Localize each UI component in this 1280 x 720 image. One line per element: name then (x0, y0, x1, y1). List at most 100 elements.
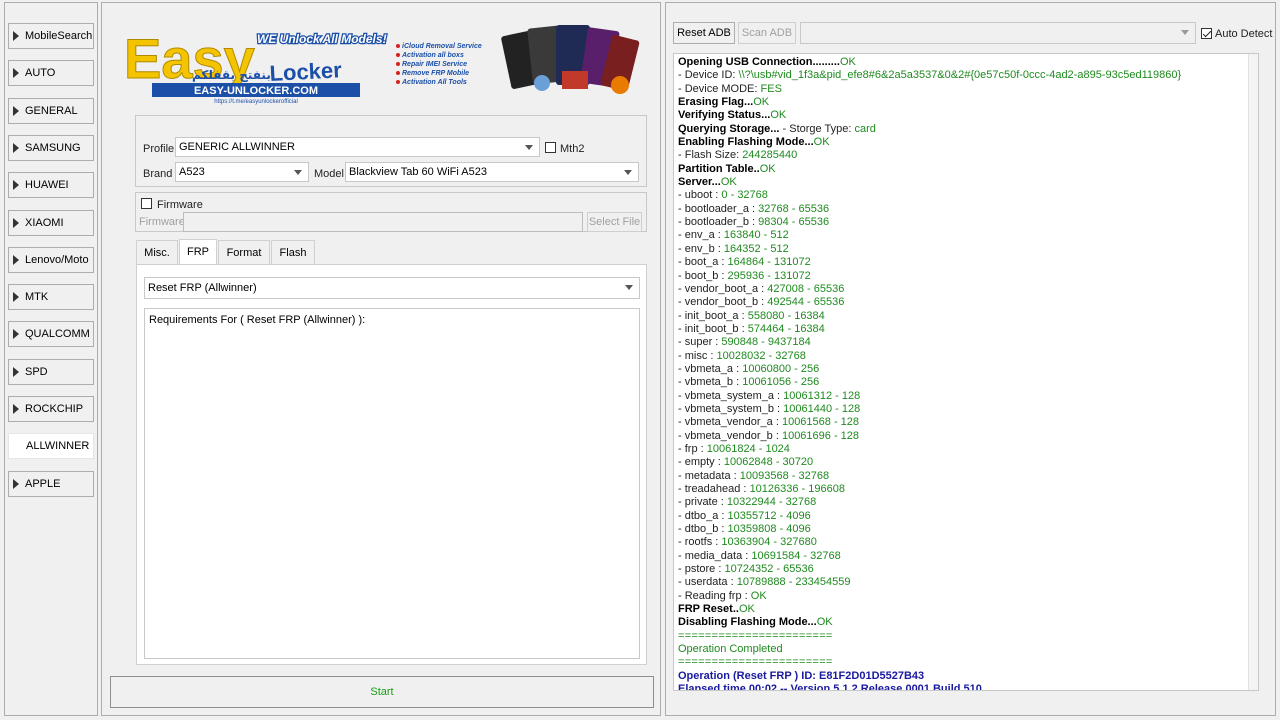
sidebar-item-label: SPD (25, 365, 48, 378)
sidebar-item-samsung[interactable]: SAMSUNG (8, 134, 94, 161)
model-select[interactable]: Blackview Tab 60 WiFi A523 (345, 162, 639, 182)
mth2-checkbox[interactable] (545, 142, 556, 153)
sidebar-item-mtk[interactable]: MTK (8, 284, 94, 311)
log-segment: Server... (678, 176, 721, 189)
log-segment: 492544 - 65536 (767, 296, 845, 309)
log-segment: OK (738, 603, 755, 616)
log-segment: 10322944 - 32768 (726, 496, 817, 509)
sidebar-item-label: APPLE (25, 477, 61, 490)
log-line: - frp : 10061824 - 1024 (678, 443, 1254, 456)
sidebar-item-spd[interactable]: SPD (8, 358, 94, 385)
log-segment: ======================= (678, 629, 833, 642)
sidebar-item-rockchip[interactable]: ROCKCHIP (8, 396, 94, 422)
sidebar-item-label: HUAWEI (25, 179, 69, 192)
log-line: - vendor_boot_b : 492544 - 65536 (678, 296, 1254, 309)
adb-device-select[interactable] (800, 22, 1196, 44)
tab-misc[interactable]: Misc. (136, 240, 178, 264)
sidebar-item-mobilesearch[interactable]: MobileSearch (8, 23, 94, 49)
log-line: - treadahead : 10126336 - 196608 (678, 483, 1254, 496)
log-line: - Flash Size: 244285440 (678, 149, 1254, 162)
profile-group: Profile GENERIC ALLWINNER Mth2 Brand A52… (135, 115, 647, 187)
log-line: - Device MODE: FES (678, 83, 1254, 96)
sidebar-item-xiaomi[interactable]: XIAOMI (8, 209, 94, 236)
log-segment: 164352 - 512 (723, 242, 789, 255)
sidebar-item-label: MobileSearch (25, 30, 93, 42)
select-file-button[interactable]: Select File (587, 212, 642, 232)
sidebar-item-huawei[interactable]: HUAWEI (8, 172, 94, 199)
requirements-box: Requirements For ( Reset FRP (Allwinner)… (144, 308, 640, 659)
sidebar-item-lenovo-moto[interactable]: Lenovo/Moto (8, 246, 94, 273)
log-segment: - Storge Type: (779, 122, 855, 135)
log-line: - vendor_boot_a : 427008 - 65536 (678, 283, 1254, 296)
log-segment: OK (753, 96, 770, 109)
phones-collage-icon (501, 25, 640, 94)
log-line: - env_a : 163840 - 512 (678, 229, 1254, 242)
log-segment: ======================= (678, 656, 833, 669)
log-segment: 10355712 - 4096 (727, 509, 811, 522)
feature-5: Activation All Tools (401, 79, 467, 86)
log-segment: - vendor_boot_b : (678, 296, 768, 309)
log-line: Partition Table..OK (678, 163, 1254, 176)
log-segment: - Device MODE: (678, 82, 761, 95)
log-segment: - frp : (678, 442, 707, 455)
sidebar-item-general[interactable]: GENERAL (8, 97, 94, 124)
banner-arabic: بنفتح بقفلكم (192, 68, 271, 82)
sidebar-item-allwinner[interactable]: ALLWINNER (8, 433, 94, 460)
feature-3: Repair IMEI Service (402, 61, 467, 68)
log-segment: 10061056 - 256 (742, 376, 820, 389)
log-segment: - vendor_boot_a : (678, 282, 768, 295)
sidebar-item-label: SAMSUNG (25, 141, 81, 154)
mth2-label: Mth2 (560, 143, 585, 155)
log-line: - boot_b : 295936 - 131072 (678, 270, 1254, 283)
log-segment: - Device ID: (678, 69, 739, 82)
log-segment: OK (770, 109, 787, 122)
sidebar-item-qualcomm[interactable]: QUALCOMM (8, 321, 94, 348)
sidebar-item-label: AUTO (25, 67, 56, 80)
log-line: Server...OK (678, 176, 1254, 189)
tab-format[interactable]: Format (218, 240, 270, 264)
sidebar-item-label: Lenovo/Moto (25, 253, 89, 266)
sidebar: MobileSearch AUTO GENERAL SAMSUNG HUAWEI XIAO… (4, 2, 98, 716)
log-segment: 10093568 - 32768 (739, 469, 830, 482)
chevron-down-icon (625, 285, 633, 290)
log-segment: Operation (Reset FRP ) ID: E81F2D01D5527… (678, 669, 925, 682)
log-line: Querying Storage... - Storge Type: card (678, 123, 1254, 136)
log-line: - vbmeta_vendor_b : 10061696 - 128 (678, 430, 1254, 443)
sidebar-item-apple[interactable]: APPLE (8, 470, 94, 497)
log-segment: 10363904 - 327680 (721, 536, 817, 549)
tab-frp[interactable]: FRP (179, 239, 217, 264)
log-line: - uboot : 0 - 32768 (678, 189, 1254, 202)
log-line: Opening USB Connection.........OK (678, 56, 1254, 69)
log-segment: FRP Reset.. (678, 603, 739, 616)
auto-detect-label: Auto Detect (1215, 28, 1273, 40)
log-segment: 558080 - 16384 (747, 309, 825, 322)
requirements-text: Requirements For ( Reset FRP (Allwinner)… (149, 314, 366, 326)
scan-adb-button[interactable]: Scan ADB (738, 22, 796, 44)
brand-select[interactable]: A523 (175, 162, 309, 182)
log-segment: - env_b : (678, 242, 724, 255)
log-line: - media_data : 10691584 - 32768 (678, 550, 1254, 563)
tab-flash[interactable]: Flash (271, 240, 315, 264)
profile-select[interactable]: GENERIC ALLWINNER (175, 137, 540, 157)
sidebar-item-auto[interactable]: AUTO (8, 60, 94, 87)
sidebar-item-label: ROCKCHIP (25, 403, 84, 415)
log-line: - vbmeta_b : 10061056 - 256 (678, 376, 1254, 389)
log-segment: \\?\usb#vid_1f3a&pid_efe8#6&2a5a3537&0&2… (738, 69, 1182, 82)
log-segment: - bootloader_a : (678, 202, 759, 215)
triangle-right-icon (13, 254, 19, 265)
reset-adb-button[interactable]: Reset ADB (673, 22, 735, 44)
firmware-path-input[interactable] (183, 212, 583, 232)
triangle-right-icon (13, 478, 19, 489)
log-segment: 295936 - 131072 (727, 269, 811, 282)
firmware-checkbox[interactable] (141, 198, 152, 209)
log-segment: - pstore : (678, 563, 725, 576)
log-line: ======================= (678, 630, 1254, 643)
log-scrollbar[interactable] (1248, 54, 1258, 690)
brand-label: Brand (143, 168, 173, 180)
log-lines: Opening USB Connection.........OK - Devic… (678, 56, 1254, 690)
frp-operation-select[interactable]: Reset FRP (Allwinner) (144, 277, 640, 299)
auto-detect-checkbox[interactable] (1201, 28, 1212, 39)
start-button[interactable]: Start (110, 676, 654, 708)
log-segment: - Reading frp : (678, 589, 751, 602)
log-segment: - misc : (678, 349, 717, 362)
